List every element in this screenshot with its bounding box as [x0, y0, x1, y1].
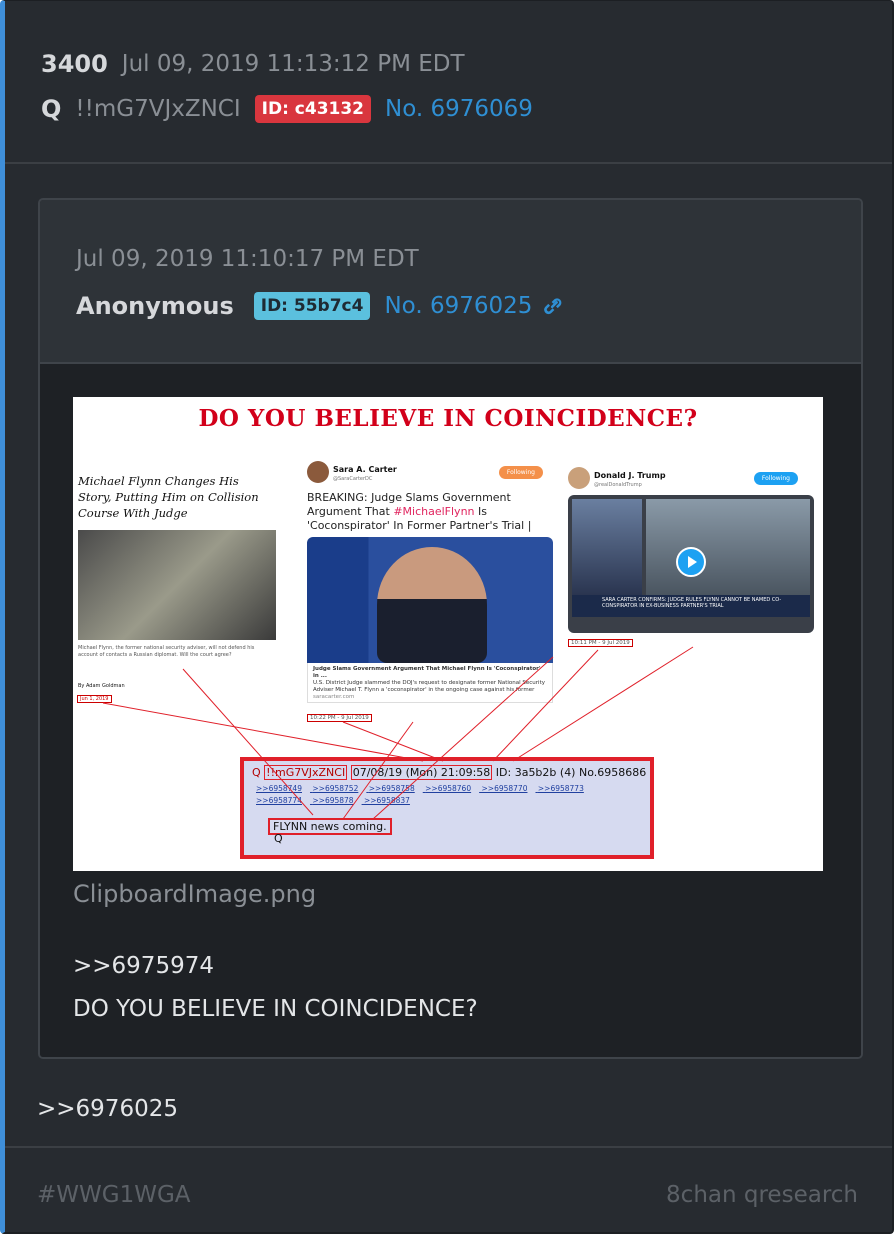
- quoted-post-date: Jul 09, 2019 11:10:17 PM EDT: [76, 246, 419, 272]
- post-date: Jul 09, 2019 11:13:12 PM EDT: [121, 51, 465, 77]
- attached-image[interactable]: DO YOU BELIEVE IN COINCIDENCE? Michael F…: [73, 397, 823, 871]
- connector-lines: [102, 646, 694, 820]
- post-author: Q: [41, 95, 62, 123]
- post-card: 3400 Jul 09, 2019 11:13:12 PM EDT Q !!mG…: [0, 0, 894, 1234]
- post-author-line: Q !!mG7VJxZNCI ID: c43132 No. 6976069: [41, 91, 533, 127]
- post-number: 3400: [41, 50, 108, 78]
- footer-hashtag: #WWG1WGA: [37, 1182, 191, 1208]
- post-header: 3400 Jul 09, 2019 11:13:12 PM EDT Q !!mG…: [5, 1, 892, 164]
- quoted-post-header: Jul 09, 2019 11:10:17 PM EDT Anonymous I…: [40, 200, 861, 364]
- post-id-badge: ID: c43132: [254, 95, 372, 123]
- image-filename[interactable]: ClipboardImage.png: [73, 880, 316, 908]
- quoted-post-id-badge: ID: 55b7c4: [253, 292, 371, 320]
- quoted-reply-link[interactable]: >>6975974: [73, 953, 214, 979]
- post-meta-line: 3400 Jul 09, 2019 11:13:12 PM EDT: [41, 47, 465, 81]
- quoted-post-text: DO YOU BELIEVE IN COINCIDENCE?: [73, 996, 478, 1022]
- footer-board: 8chan qresearch: [666, 1182, 858, 1208]
- quoted-post-body: DO YOU BELIEVE IN COINCIDENCE? Michael F…: [40, 364, 861, 1057]
- quoted-post-number-link[interactable]: No. 6976025: [384, 293, 532, 319]
- quoted-post-author: Anonymous: [76, 292, 234, 320]
- post-tripcode: !!mG7VJxZNCI: [75, 96, 241, 122]
- reply-link[interactable]: >>6976025: [37, 1096, 178, 1122]
- post-footer: #WWG1WGA 8chan qresearch: [5, 1146, 892, 1232]
- quoted-post-author-line: Anonymous ID: 55b7c4 No. 6976025: [76, 288, 568, 324]
- post-number-link[interactable]: No. 6976069: [385, 96, 533, 122]
- link-icon[interactable]: [538, 291, 568, 321]
- quoted-post: Jul 09, 2019 11:10:17 PM EDT Anonymous I…: [38, 198, 863, 1059]
